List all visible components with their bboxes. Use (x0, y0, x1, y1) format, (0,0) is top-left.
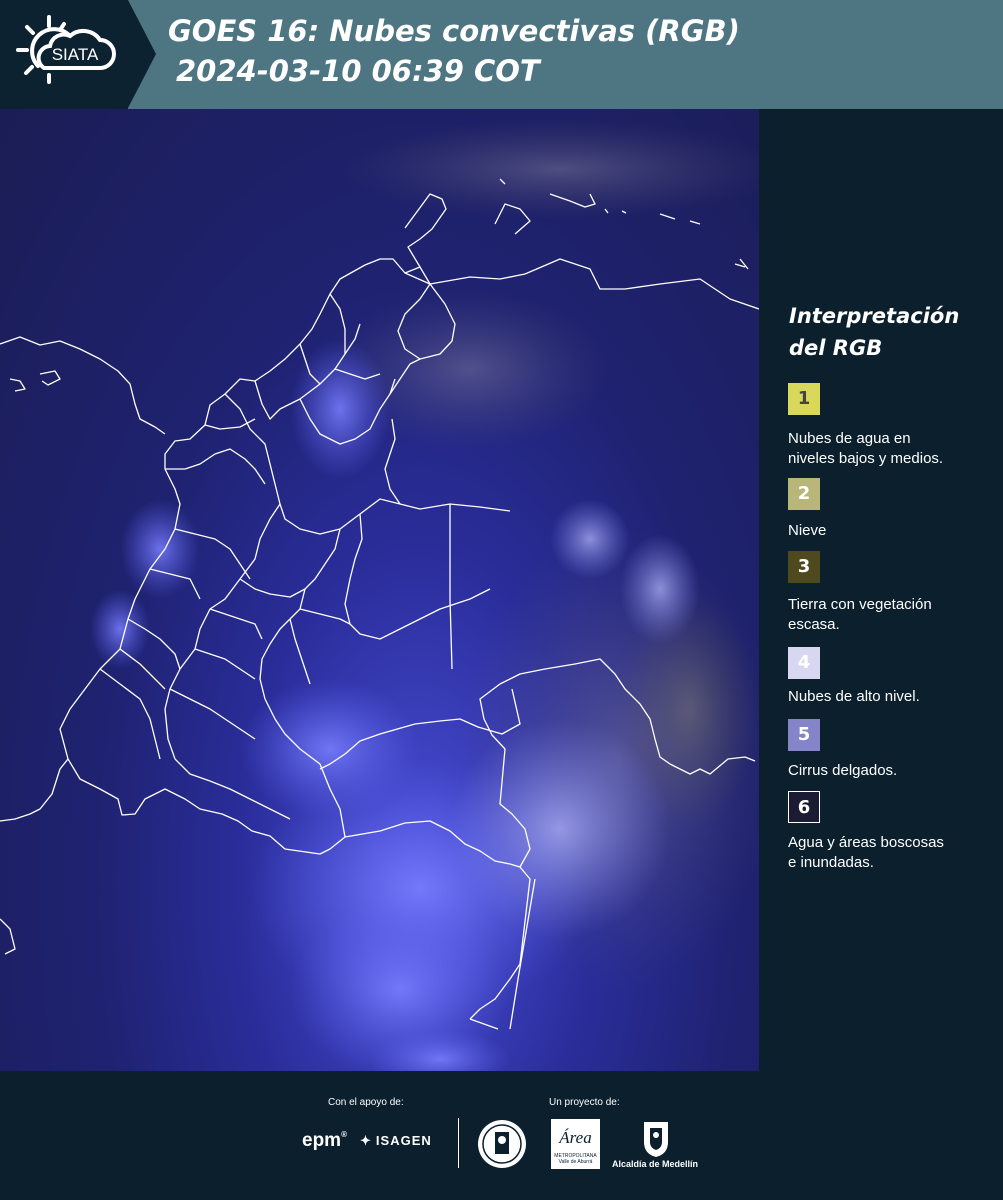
project-label: Un proyecto de: (549, 1097, 620, 1108)
area-sub2: Valle de Aburrá (558, 1159, 593, 1165)
page-title: GOES 16: Nubes convectivas (RGB) (168, 14, 740, 48)
legend-title-line1: Interpretación (789, 304, 960, 328)
legend-label-6: Agua y áreas boscosas e inundadas. (788, 833, 988, 873)
legend-title-line2: del RGB (789, 336, 883, 360)
area-title: Área (559, 1128, 592, 1147)
legend-label-5: Cirrus delgados. (788, 761, 988, 781)
siata-logo[interactable]: SIATA (0, 0, 128, 109)
isagen-logo-text: ISAGEN (375, 1133, 432, 1148)
epm-logo-text: epm (302, 1130, 342, 1151)
legend-label-line1: Cirrus delgados. (788, 762, 898, 779)
legend-label-line1: Nubes de agua en (788, 430, 911, 447)
legend-label-3: Tierra con vegetación escasa. (788, 595, 988, 635)
legend-swatch-5: 5 (788, 719, 820, 751)
area-metropolitana-logo[interactable]: Área METROPOLITANA Valle de Aburrá (551, 1119, 600, 1169)
epm-logo[interactable]: epm® (302, 1130, 347, 1152)
support-label: Con el apoyo de: (328, 1097, 404, 1108)
legend-label-4: Nubes de alto nivel. (788, 687, 988, 707)
logo-text: SIATA (52, 45, 99, 64)
legend-label-1: Nubes de agua en niveles bajos y medios. (788, 429, 988, 469)
legend-swatch-3: 3 (788, 551, 820, 583)
legend-label-2: Nieve (788, 521, 988, 541)
cloud-layer (90, 119, 759, 1071)
logo-chevron (128, 0, 156, 108)
medellin-seal-icon[interactable] (476, 1118, 528, 1170)
isagen-icon: ✦ (360, 1133, 372, 1148)
legend-swatch-1: 1 (788, 383, 820, 415)
legend-swatch-6: 6 (788, 791, 820, 823)
legend-label-line1: Nieve (788, 522, 827, 539)
legend-label-line2: niveles bajos y medios. (788, 450, 944, 467)
legend-swatch-2: 2 (788, 478, 820, 510)
isagen-logo[interactable]: ✦ ISAGEN (360, 1133, 432, 1149)
satellite-map[interactable] (0, 109, 759, 1071)
legend-swatch-4: 4 (788, 647, 820, 679)
alcaldia-label[interactable]: Alcaldía de Medellín (612, 1159, 698, 1169)
legend-label-line1: Agua y áreas boscosas (788, 834, 944, 851)
legend-label-line2: e inundadas. (788, 854, 874, 871)
timestamp: 2024-03-10 06:39 COT (176, 54, 540, 88)
map-svg (0, 119, 759, 1071)
medellin-coat-of-arms-icon (644, 1122, 668, 1157)
legend-label-line1: Nubes de alto nivel. (788, 688, 920, 705)
legend-label-line2: escasa. (788, 616, 840, 633)
footer-divider (458, 1118, 459, 1168)
legend-title: Interpretación del RGB (789, 300, 989, 364)
legend-label-line1: Tierra con vegetación (788, 596, 932, 613)
sun-cloud-icon: SIATA (16, 15, 116, 84)
